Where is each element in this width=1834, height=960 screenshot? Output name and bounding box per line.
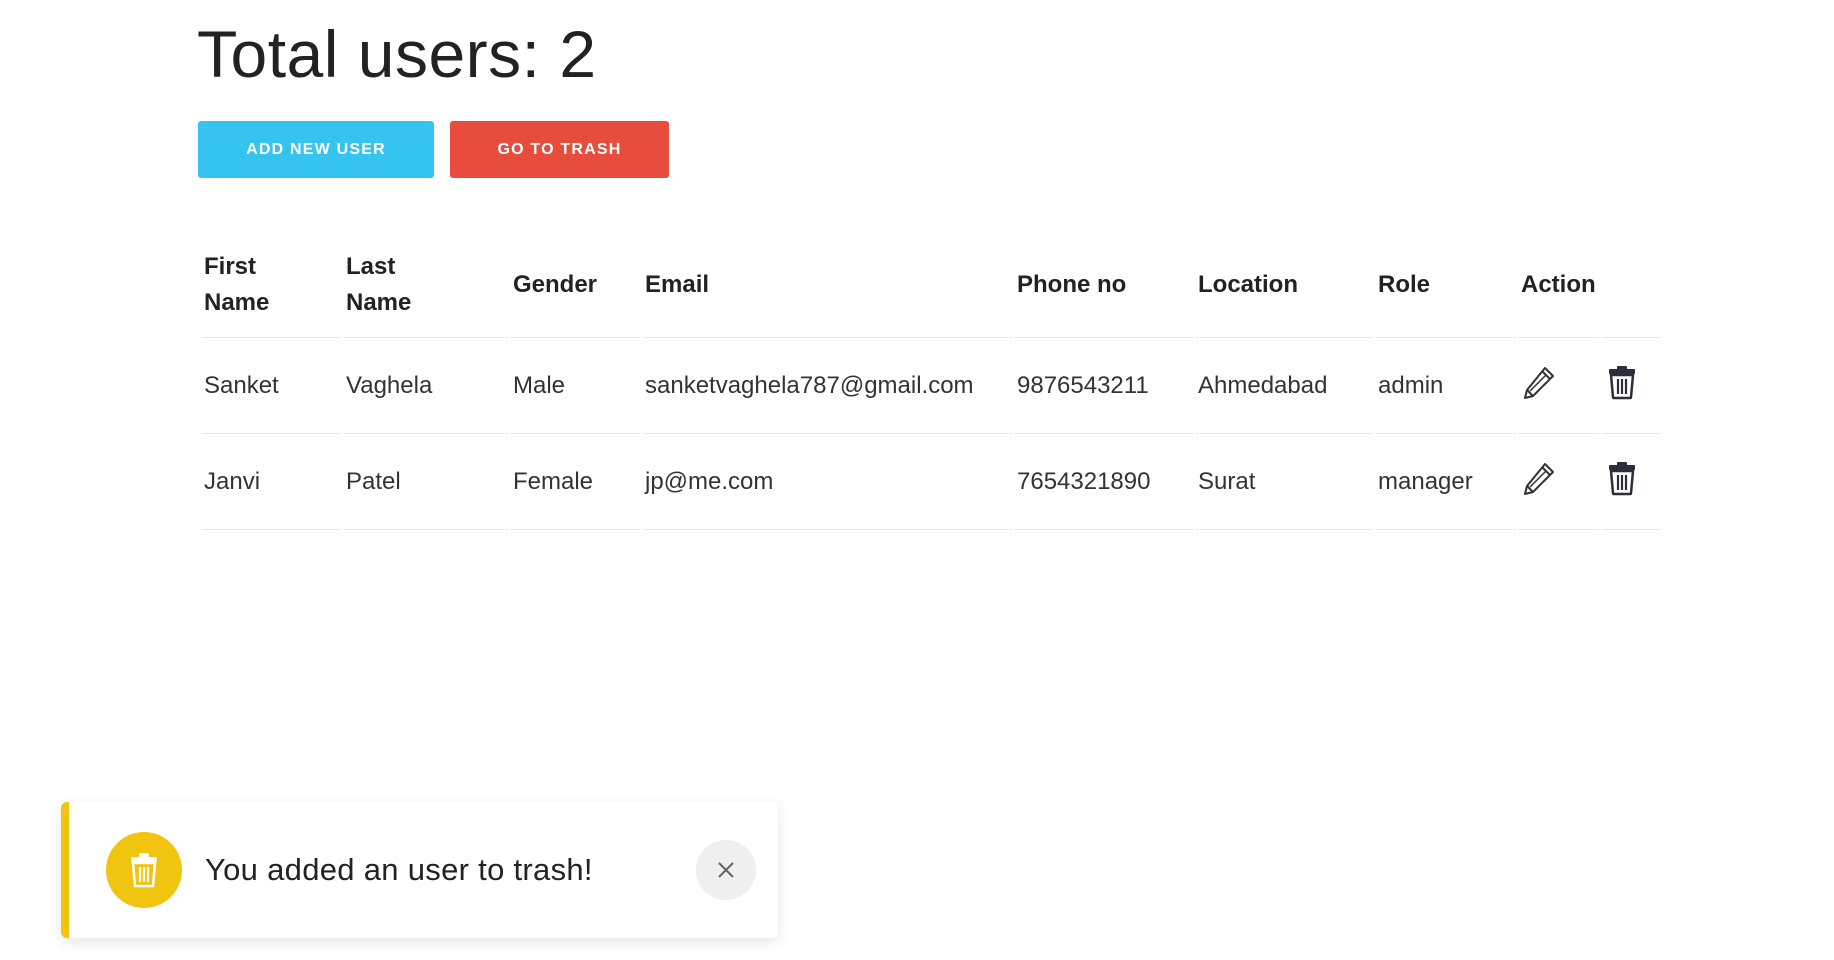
column-header-gender: Gender — [511, 232, 640, 338]
cell-role: admin — [1376, 338, 1516, 434]
table-row: Janvi Patel Female jp@me.com 7654321890 … — [202, 434, 1661, 530]
cell-location: Surat — [1196, 434, 1373, 530]
trash-icon — [106, 832, 182, 908]
trash-icon[interactable] — [1604, 364, 1640, 400]
go-to-trash-button[interactable]: GO TO TRASH — [450, 121, 669, 178]
cell-first-name: Sanket — [202, 338, 341, 434]
users-table: First Name Last Name Gender Email Phone … — [199, 232, 1664, 530]
cell-location: Ahmedabad — [1196, 338, 1373, 434]
pencil-icon[interactable] — [1521, 460, 1557, 496]
cell-phone: 7654321890 — [1015, 434, 1193, 530]
cell-edit-action — [1519, 338, 1599, 434]
cell-role: manager — [1376, 434, 1516, 530]
toast-message: You added an user to trash! — [205, 852, 593, 887]
trash-toast-notification: You added an user to trash! — [61, 802, 778, 938]
column-header-first-name: First Name — [202, 232, 341, 338]
column-header-location: Location — [1196, 232, 1373, 338]
table-row: Sanket Vaghela Male sanketvaghela787@gma… — [202, 338, 1661, 434]
page-title: Total users: 2 — [197, 17, 597, 91]
column-header-role: Role — [1376, 232, 1516, 338]
column-header-email: Email — [643, 232, 1012, 338]
column-header-action: Action — [1519, 232, 1599, 338]
cell-gender: Male — [511, 338, 640, 434]
cell-last-name: Vaghela — [344, 338, 508, 434]
add-new-user-button[interactable]: ADD NEW USER — [198, 121, 434, 178]
close-icon[interactable] — [696, 840, 756, 900]
cell-delete-action — [1602, 338, 1661, 434]
cell-delete-action — [1602, 434, 1661, 530]
column-header-last-name: Last Name — [344, 232, 508, 338]
cell-first-name: Janvi — [202, 434, 341, 530]
trash-icon[interactable] — [1604, 460, 1640, 496]
pencil-icon[interactable] — [1521, 364, 1557, 400]
column-header-action-spacer — [1602, 232, 1661, 338]
cell-email: jp@me.com — [643, 434, 1012, 530]
cell-phone: 9876543211 — [1015, 338, 1193, 434]
cell-email: sanketvaghela787@gmail.com — [643, 338, 1012, 434]
cell-gender: Female — [511, 434, 640, 530]
cell-edit-action — [1519, 434, 1599, 530]
column-header-phone: Phone no — [1015, 232, 1193, 338]
page: Total users: 2 ADD NEW USER GO TO TRASH … — [0, 0, 1834, 960]
cell-last-name: Patel — [344, 434, 508, 530]
table-header-row: First Name Last Name Gender Email Phone … — [202, 232, 1661, 338]
